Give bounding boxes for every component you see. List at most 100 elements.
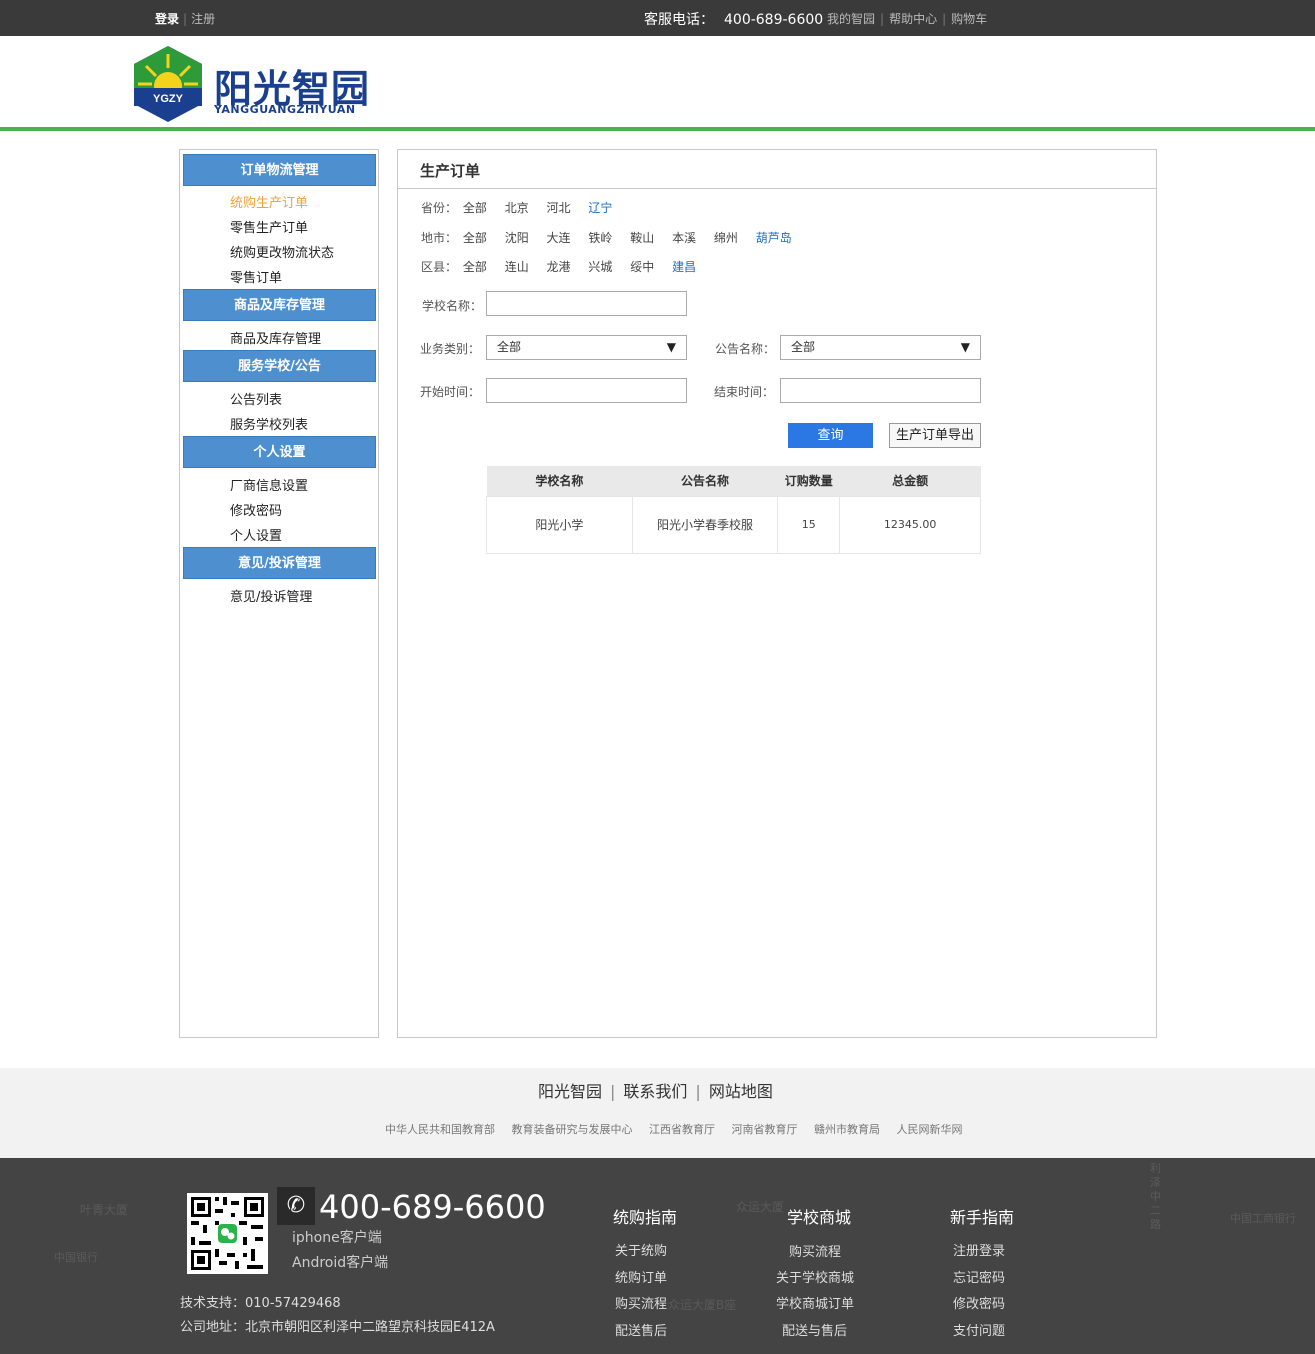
my-zhiyuan-link[interactable]: 我的智园 [827, 12, 875, 26]
footer-col-item[interactable]: 忘记密码 [953, 1267, 1005, 1286]
city-option-anshan[interactable]: 鞍山 [630, 229, 654, 246]
friend-link[interactable]: 赣州市教育局 [814, 1123, 880, 1136]
footer-link-sitemap[interactable]: 网站地图 [709, 1082, 773, 1101]
sidebar-item-retail-order[interactable]: 零售订单 [230, 267, 282, 286]
iphone-client-link[interactable]: iphone客户端 [292, 1227, 382, 1247]
footer-col-item[interactable]: 支付问题 [953, 1320, 1005, 1339]
province-option-liaoning[interactable]: 辽宁 [588, 199, 612, 216]
qr-code-icon [187, 1193, 268, 1274]
map-label: 中国银行 [54, 1251, 98, 1264]
footer-col-item[interactable]: 修改密码 [953, 1293, 1005, 1312]
footer-link-home[interactable]: 阳光智园 [538, 1082, 602, 1101]
main-panel: 生产订单 省份： 全部 北京 河北 辽宁 地市： 全部 沈阳 大连 铁岭 鞍山 … [397, 149, 1157, 1038]
help-center-link[interactable]: 帮助中心 [889, 12, 937, 26]
footer-col-item[interactable]: 购买流程 [789, 1241, 841, 1260]
province-option-all[interactable]: 全部 [463, 199, 487, 216]
notice-name-select[interactable]: 全部 ▼ [780, 335, 981, 360]
footer-col-item[interactable]: 关于统购 [615, 1240, 667, 1259]
footer-col-school-mall: 学校商城 [787, 1208, 852, 1227]
register-link[interactable]: 注册 [191, 12, 215, 26]
sidebar-item-notice-list[interactable]: 公告列表 [230, 389, 282, 408]
logo[interactable]: YGZY 阳光智园 YANGGUANGZHIYUAN [132, 44, 372, 124]
sidebar-item-school-list[interactable]: 服务学校列表 [230, 414, 308, 433]
sidebar-item-goods-inventory[interactable]: 商品及库存管理 [230, 328, 321, 347]
county-option-jianchang[interactable]: 建昌 [672, 258, 696, 275]
friend-link[interactable]: 河南省教育厅 [732, 1123, 798, 1136]
footer-col-item[interactable]: 学校商城订单 [776, 1293, 854, 1312]
county-option-all[interactable]: 全部 [463, 258, 487, 275]
sidebar-group-feedback[interactable]: 意见/投诉管理 [183, 547, 376, 579]
footer-col-item[interactable]: 配送与售后 [782, 1320, 847, 1339]
school-name-input[interactable] [486, 291, 687, 316]
dropdown-arrow-icon: ▼ [960, 340, 970, 354]
footer-col-item[interactable]: 购买流程 [615, 1293, 667, 1312]
col-order-qty: 订购数量 [777, 466, 840, 496]
business-type-label: 业务类别： [420, 342, 481, 356]
sidebar-group-goods-inventory[interactable]: 商品及库存管理 [183, 289, 376, 321]
friend-link[interactable]: 江西省教育厅 [649, 1123, 715, 1136]
county-option-xingcheng[interactable]: 兴城 [588, 258, 612, 275]
county-option-lianshan[interactable]: 连山 [505, 258, 529, 275]
cart-link[interactable]: 购物车 [951, 12, 987, 26]
province-option-hebei[interactable]: 河北 [547, 199, 571, 216]
map-label: 叶青大厦 [80, 1203, 129, 1217]
friend-link[interactable]: 教育装备研究与发展中心 [512, 1123, 633, 1136]
top-links: 我的智园 | 帮助中心 | 购物车 [827, 12, 988, 26]
city-option-huludao[interactable]: 葫芦岛 [756, 229, 792, 246]
friend-link[interactable]: 中华人民共和国教育部 [385, 1123, 495, 1136]
order-table: 学校名称 公告名称 订购数量 总金额 阳光小学 阳光小学春季校服 15 1234… [486, 466, 981, 554]
business-type-select[interactable]: 全部 ▼ [486, 335, 687, 360]
query-button[interactable]: 查询 [788, 423, 873, 448]
sidebar-item-retail-production-order[interactable]: 零售生产订单 [230, 217, 308, 236]
city-option-benxi[interactable]: 本溪 [672, 229, 696, 246]
city-option-all[interactable]: 全部 [463, 229, 487, 246]
sidebar-item-change-password[interactable]: 修改密码 [230, 500, 282, 519]
logo-subtitle: YANGGUANGZHIYUAN [214, 103, 356, 116]
city-option-dalian[interactable]: 大连 [547, 229, 571, 246]
login-link[interactable]: 登录 [155, 12, 179, 26]
logo-hexagon-icon: YGZY [134, 46, 202, 122]
end-time-input[interactable] [780, 378, 981, 403]
sidebar-item-group-production-order[interactable]: 统购生产订单 [230, 192, 308, 211]
sidebar-item-vendor-info[interactable]: 厂商信息设置 [230, 475, 308, 494]
map-label: 利泽中二路 [1150, 1162, 1161, 1231]
friend-link[interactable]: 人民网新华网 [897, 1123, 963, 1136]
sidebar-group-personal-settings[interactable]: 个人设置 [183, 436, 376, 468]
page-title: 生产订单 [420, 162, 481, 180]
footer-col-item[interactable]: 注册登录 [953, 1240, 1005, 1259]
col-total-amount: 总金额 [839, 466, 981, 496]
footer-col-group-guide: 统购指南 [613, 1208, 678, 1227]
city-option-tieling[interactable]: 铁岭 [588, 229, 612, 246]
top-bar: 登录 | 注册 客服电话： 400-689-6600 我的智园 | 帮助中心 | 购物车 [0, 0, 1315, 36]
sidebar-group-order-logistics[interactable]: 订单物流管理 [183, 154, 376, 186]
footer-col-item[interactable]: 统购订单 [615, 1267, 667, 1286]
sidebar-group-school-notice[interactable]: 服务学校/公告 [183, 350, 376, 382]
province-label: 省份： [421, 201, 458, 215]
start-time-input[interactable] [486, 378, 687, 403]
dropdown-arrow-icon: ▼ [666, 340, 676, 354]
footer-col-newbie-guide: 新手指南 [950, 1208, 1015, 1227]
footer-col-item[interactable]: 配送售后 [615, 1320, 667, 1339]
cell-total-amount: 12345.00 [839, 495, 981, 554]
tech-support: 技术支持：010-57429468 [180, 1296, 341, 1311]
province-option-beijing[interactable]: 北京 [505, 199, 529, 216]
business-type-value: 全部 [497, 340, 522, 354]
android-client-link[interactable]: Android客户端 [292, 1252, 388, 1272]
city-option-shenyang[interactable]: 沈阳 [505, 229, 529, 246]
county-option-suizhong[interactable]: 绥中 [630, 258, 654, 275]
sidebar-item-feedback[interactable]: 意见/投诉管理 [230, 586, 312, 605]
sidebar-item-personal-settings[interactable]: 个人设置 [230, 525, 282, 544]
city-option-mianzhou[interactable]: 绵州 [714, 229, 738, 246]
school-name-label: 学校名称： [422, 299, 483, 313]
footer-link-contact[interactable]: 联系我们 [623, 1082, 687, 1101]
sidebar-item-change-logistics-status[interactable]: 统购更改物流状态 [230, 242, 334, 261]
footer-main-links: 阳光智园 | 联系我们 | 网站地图 [538, 1082, 773, 1101]
export-order-button[interactable]: 生产订单导出 [889, 423, 981, 448]
table-row[interactable]: 阳光小学 阳光小学春季校服 15 12345.00 [486, 495, 981, 554]
phone-label: 客服电话： [644, 12, 714, 28]
table-header-row: 学校名称 公告名称 订购数量 总金额 [486, 466, 981, 496]
footer-col-item[interactable]: 关于学校商城 [776, 1267, 854, 1286]
county-option-longgang[interactable]: 龙港 [547, 258, 571, 275]
sidebar-gutter [379, 149, 398, 1038]
map-label: 众运大厦B座 [668, 1298, 737, 1312]
